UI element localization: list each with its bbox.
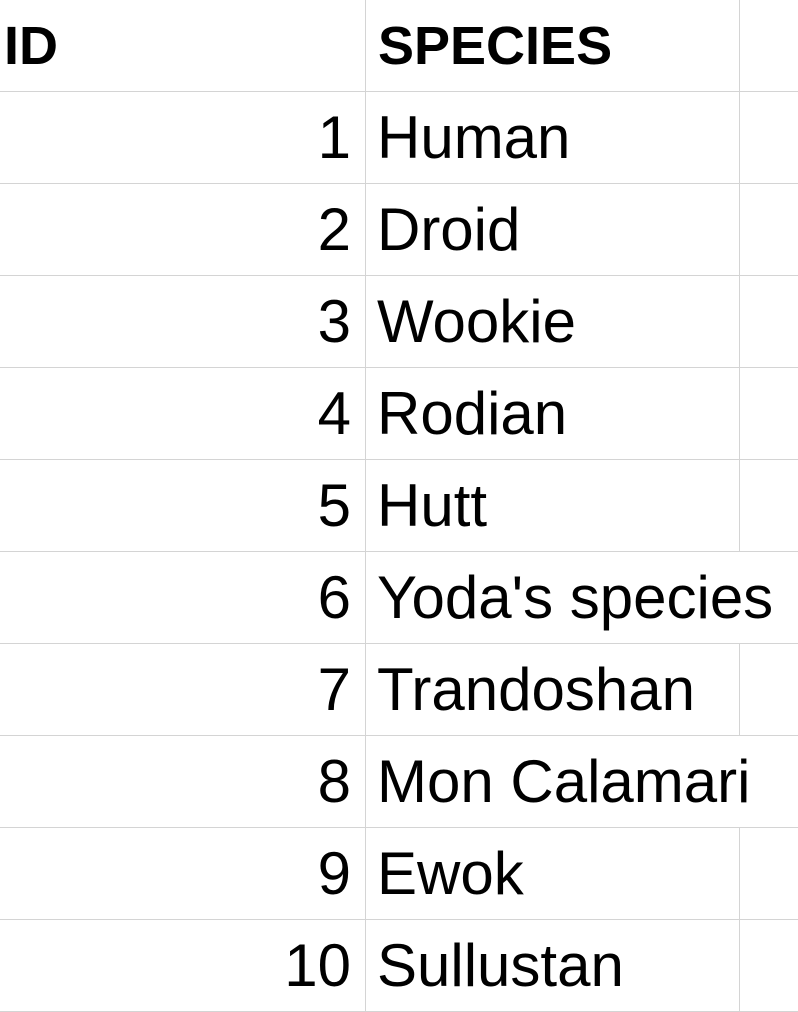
header-species-label: SPECIES xyxy=(378,16,613,76)
species-value: Wookie xyxy=(377,288,576,355)
cell-id[interactable]: 5 xyxy=(0,460,366,552)
cell-id[interactable]: 8 xyxy=(0,736,366,828)
id-value: 10 xyxy=(284,932,351,999)
species-value: Rodian xyxy=(377,380,568,447)
cell-species[interactable]: Mon Calamari xyxy=(366,736,750,828)
cell-species[interactable]: Wookie xyxy=(366,276,740,368)
species-value: Droid xyxy=(377,196,521,263)
id-value: 4 xyxy=(317,380,351,447)
cell-id[interactable]: 10 xyxy=(0,920,366,1012)
species-value: Hutt xyxy=(377,472,488,539)
cell-species[interactable]: Trandoshan xyxy=(366,644,740,736)
cell-species[interactable]: Rodian xyxy=(366,368,740,460)
cell-species[interactable]: Human xyxy=(366,92,740,184)
id-value: 8 xyxy=(317,748,351,815)
cell-id[interactable]: 9 xyxy=(0,828,366,920)
cell-species[interactable]: Droid xyxy=(366,184,740,276)
species-value: Trandoshan xyxy=(377,656,695,723)
cell-empty[interactable] xyxy=(740,92,798,184)
id-value: 5 xyxy=(317,472,351,539)
header-cell-species[interactable]: SPECIES xyxy=(366,0,740,92)
cell-species[interactable]: Ewok xyxy=(366,828,740,920)
table-row: 9 Ewok xyxy=(0,828,798,920)
id-value: 6 xyxy=(317,564,351,631)
header-cell-empty[interactable] xyxy=(740,0,798,92)
id-value: 1 xyxy=(317,104,351,171)
cell-empty[interactable] xyxy=(740,828,798,920)
cell-empty[interactable] xyxy=(740,644,798,736)
cell-species[interactable]: Sullustan xyxy=(366,920,740,1012)
spreadsheet-grid: ID SPECIES 1 Human 2 Droid 3 Wookie 4 Ro… xyxy=(0,0,798,1012)
cell-id[interactable]: 1 xyxy=(0,92,366,184)
species-value: Human xyxy=(377,104,571,171)
cell-species[interactable]: Hutt xyxy=(366,460,740,552)
species-value: Yoda's species xyxy=(377,564,774,631)
table-row: 7 Trandoshan xyxy=(0,644,798,736)
table-row: 2 Droid xyxy=(0,184,798,276)
species-value: Ewok xyxy=(377,840,524,907)
id-value: 2 xyxy=(317,196,351,263)
cell-empty[interactable] xyxy=(740,276,798,368)
id-value: 9 xyxy=(317,840,351,907)
species-value: Mon Calamari xyxy=(377,748,751,815)
table-row: 3 Wookie xyxy=(0,276,798,368)
table-row: 10 Sullustan xyxy=(0,920,798,1012)
cell-id[interactable]: 6 xyxy=(0,552,366,644)
table-row: 4 Rodian xyxy=(0,368,798,460)
species-value: Sullustan xyxy=(377,932,624,999)
cell-id[interactable]: 2 xyxy=(0,184,366,276)
cell-id[interactable]: 4 xyxy=(0,368,366,460)
cell-empty[interactable] xyxy=(740,920,798,1012)
cell-empty[interactable] xyxy=(740,460,798,552)
header-id-label: ID xyxy=(4,16,58,76)
header-row: ID SPECIES xyxy=(0,0,798,92)
id-value: 7 xyxy=(317,656,351,723)
cell-id[interactable]: 3 xyxy=(0,276,366,368)
cell-empty[interactable] xyxy=(740,368,798,460)
cell-id[interactable]: 7 xyxy=(0,644,366,736)
table-row: 6 Yoda's species xyxy=(0,552,798,644)
cell-empty[interactable] xyxy=(740,184,798,276)
table-row: 8 Mon Calamari xyxy=(0,736,798,828)
cell-species[interactable]: Yoda's species xyxy=(366,552,773,644)
table-row: 5 Hutt xyxy=(0,460,798,552)
table-row: 1 Human xyxy=(0,92,798,184)
id-value: 3 xyxy=(317,288,351,355)
header-cell-id[interactable]: ID xyxy=(0,0,366,92)
